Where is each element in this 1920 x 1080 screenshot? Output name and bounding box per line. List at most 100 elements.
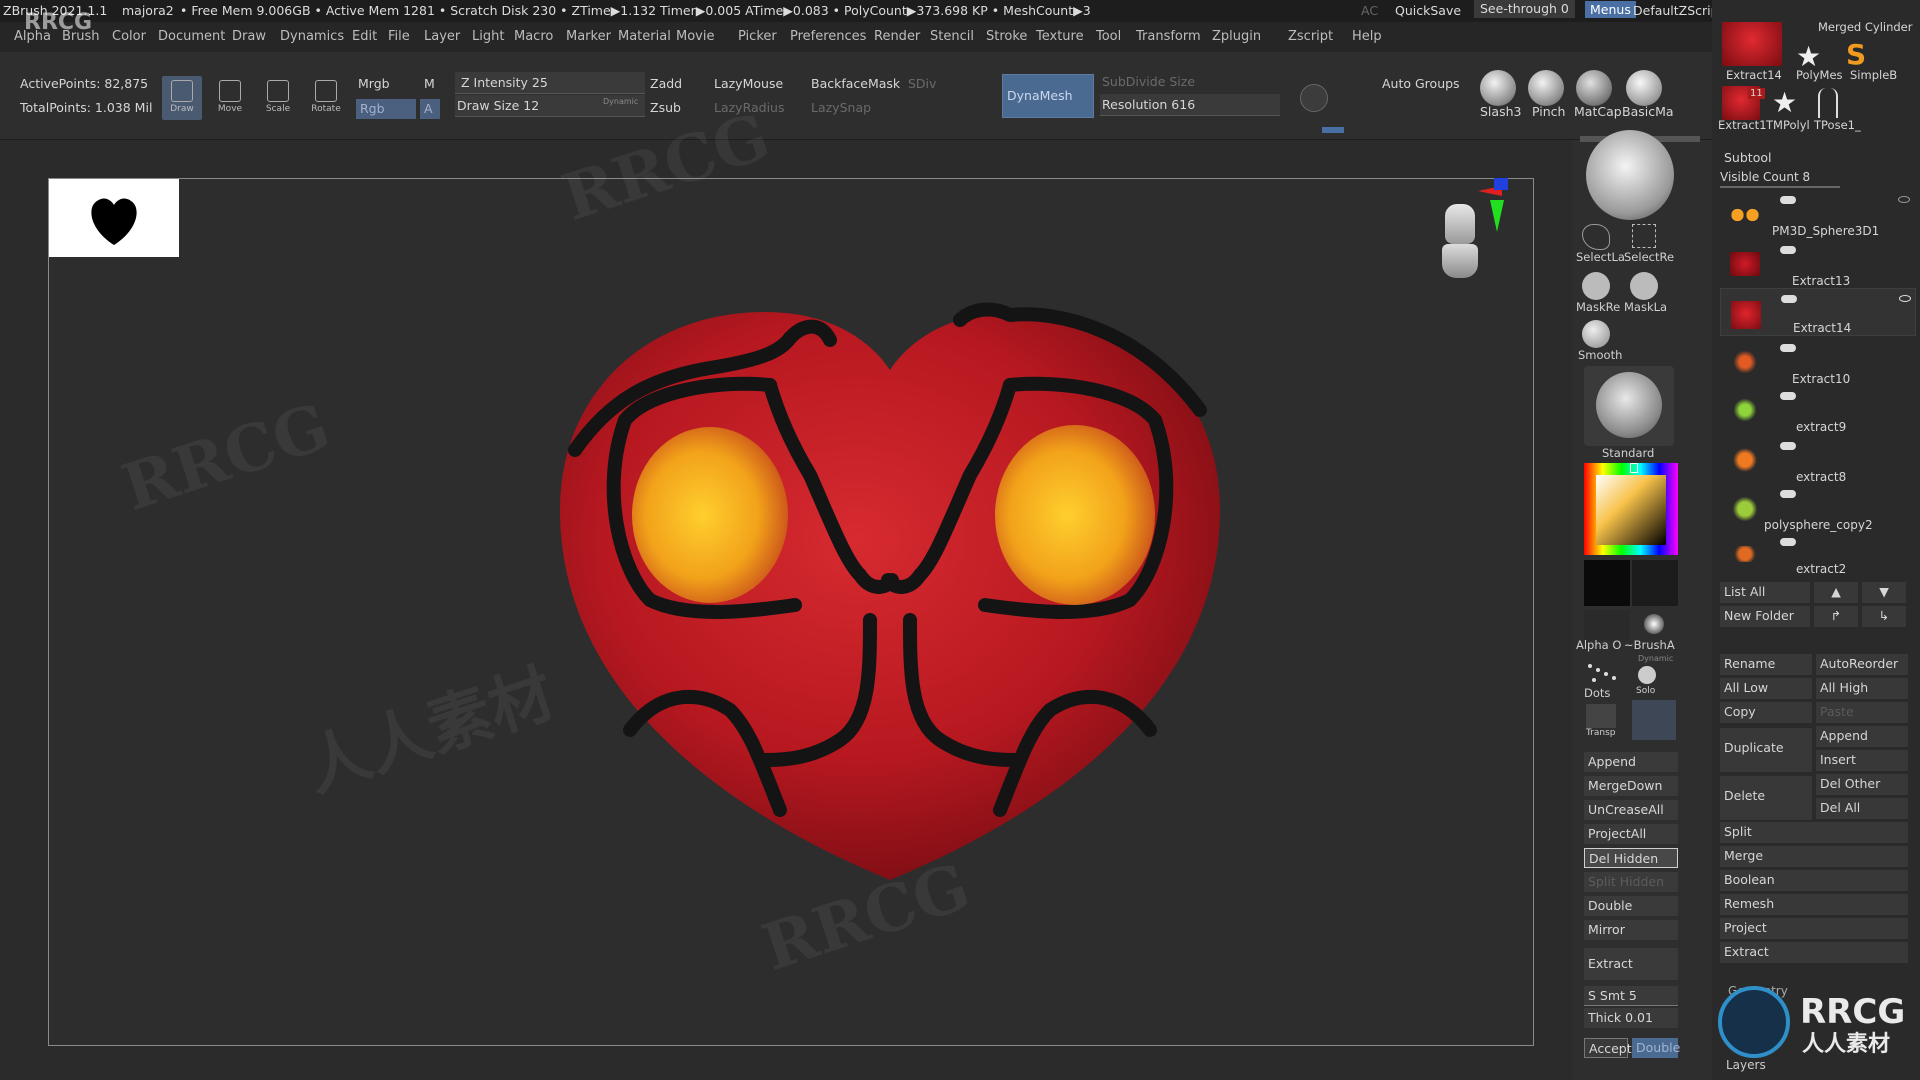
quicksave-button[interactable]: QuickSave bbox=[1395, 3, 1461, 18]
menu-zplugin[interactable]: Zplugin bbox=[1212, 29, 1261, 44]
subtool-visibility-toggle[interactable] bbox=[1780, 490, 1796, 498]
polish-dial-icon[interactable] bbox=[1300, 84, 1328, 112]
menu-color[interactable]: Color bbox=[112, 29, 146, 44]
mrgb-button[interactable]: Mrgb bbox=[358, 76, 390, 91]
folder-return-icon[interactable]: ↳ bbox=[1862, 606, 1906, 627]
slash3-brush-icon[interactable] bbox=[1480, 70, 1516, 106]
menu-transform[interactable]: Transform bbox=[1136, 29, 1201, 44]
move-up-arrow-icon[interactable]: ▲ bbox=[1814, 582, 1858, 603]
auto-groups-button[interactable]: Auto Groups bbox=[1382, 76, 1460, 91]
draw-mode-button[interactable]: Draw bbox=[162, 76, 202, 120]
menu-help[interactable]: Help bbox=[1352, 29, 1382, 44]
append-button[interactable]: Append bbox=[1584, 752, 1678, 772]
menu-draw[interactable]: Draw bbox=[232, 29, 266, 44]
select-lasso-icon[interactable] bbox=[1582, 224, 1610, 250]
split-hidden-button[interactable]: Split Hidden bbox=[1584, 872, 1678, 892]
move-mode-button[interactable]: Move bbox=[210, 76, 250, 120]
mask-lasso-icon[interactable] bbox=[1630, 272, 1658, 300]
menu-stroke[interactable]: Stroke bbox=[986, 29, 1027, 44]
tpose-figure-icon[interactable] bbox=[1818, 88, 1838, 118]
dynamic-label[interactable]: Dynamic bbox=[603, 97, 638, 106]
uncreaseall-button[interactable]: UnCreaseAll bbox=[1584, 800, 1678, 820]
menu-macro[interactable]: Macro bbox=[514, 29, 553, 44]
menu-layer[interactable]: Layer bbox=[424, 29, 460, 44]
dots-stroke-icon[interactable] bbox=[1586, 660, 1620, 686]
del-hidden-button[interactable]: Del Hidden bbox=[1584, 848, 1678, 868]
delete-button[interactable]: Delete bbox=[1720, 776, 1812, 820]
simplebrush-icon[interactable]: S bbox=[1846, 38, 1866, 71]
mask-rect-icon[interactable] bbox=[1582, 272, 1610, 300]
eye-icon[interactable] bbox=[1899, 295, 1911, 302]
append-subtool-button[interactable]: Append bbox=[1816, 726, 1908, 747]
backfacemask-button[interactable]: BackfaceMask bbox=[811, 76, 900, 91]
zadd-button[interactable]: Zadd bbox=[650, 76, 682, 91]
lazymouse-button[interactable]: LazyMouse bbox=[714, 76, 783, 91]
brush-alpha-icon[interactable] bbox=[1644, 614, 1664, 634]
navigator-thumbnail[interactable] bbox=[49, 179, 179, 257]
menu-material[interactable]: Material bbox=[618, 29, 671, 44]
m-button[interactable]: M bbox=[424, 76, 435, 91]
move-down-arrow-icon[interactable]: ▼ bbox=[1862, 582, 1906, 603]
subtool-visibility-toggle[interactable] bbox=[1780, 538, 1796, 546]
select-rect-icon[interactable] bbox=[1632, 224, 1656, 248]
matcap-material-icon[interactable] bbox=[1576, 70, 1612, 106]
menu-texture[interactable]: Texture bbox=[1036, 29, 1084, 44]
remesh-menu[interactable]: Remesh bbox=[1720, 894, 1908, 915]
lazyradius-slider[interactable]: LazyRadius bbox=[714, 100, 785, 115]
view-head-gizmo[interactable] bbox=[1440, 200, 1480, 300]
toolbar-scroll-indicator[interactable] bbox=[1322, 127, 1344, 133]
smooth-brush-icon[interactable] bbox=[1582, 320, 1610, 348]
color-picker[interactable] bbox=[1584, 463, 1678, 555]
subtool-row[interactable]: Extract10 bbox=[1720, 338, 1916, 386]
del-all-button[interactable]: Del All bbox=[1816, 798, 1908, 819]
subtool-row[interactable]: Extract13 bbox=[1720, 240, 1916, 288]
project-menu[interactable]: Project bbox=[1720, 918, 1908, 939]
menu-dynamics[interactable]: Dynamics bbox=[280, 29, 344, 44]
s-smooth-slider[interactable]: S Smt 5 bbox=[1584, 986, 1678, 1006]
visible-count-slider[interactable] bbox=[1720, 186, 1840, 188]
main-color-swatch[interactable] bbox=[1584, 560, 1630, 606]
del-other-button[interactable]: Del Other bbox=[1816, 774, 1908, 795]
rgb-button[interactable]: Rgb bbox=[356, 99, 416, 119]
insert-button[interactable]: Insert bbox=[1816, 750, 1908, 771]
menu-zscript[interactable]: Zscript bbox=[1288, 29, 1333, 44]
folder-arrow-icon[interactable]: ↱ bbox=[1814, 606, 1858, 627]
subtool-visibility-toggle[interactable] bbox=[1781, 295, 1797, 303]
dynamic-toggle[interactable]: Dynamic bbox=[1638, 654, 1673, 663]
all-high-button[interactable]: All High bbox=[1816, 678, 1908, 699]
double-button[interactable]: Double bbox=[1584, 896, 1678, 916]
subtool-visibility-toggle[interactable] bbox=[1780, 246, 1796, 254]
menu-tool[interactable]: Tool bbox=[1096, 29, 1121, 44]
pinch-brush-icon[interactable] bbox=[1528, 70, 1564, 106]
menu-file[interactable]: File bbox=[388, 29, 410, 44]
projectall-button[interactable]: ProjectAll bbox=[1584, 824, 1678, 844]
dynamesh-button[interactable]: DynaMesh bbox=[1002, 74, 1094, 118]
menu-movie[interactable]: Movie bbox=[676, 29, 714, 44]
default-zscript-button[interactable]: DefaultZScript bbox=[1633, 3, 1724, 18]
menus-toggle[interactable]: Menus bbox=[1585, 1, 1636, 18]
mergedown-button[interactable]: MergeDown bbox=[1584, 776, 1678, 796]
merge-menu[interactable]: Merge bbox=[1720, 846, 1908, 867]
list-all-button[interactable]: List All bbox=[1720, 582, 1810, 603]
subtool-row[interactable]: extract2 bbox=[1720, 532, 1916, 576]
heart-mask-model[interactable] bbox=[540, 290, 1240, 910]
standard-brush-icon[interactable] bbox=[1584, 366, 1674, 446]
subtool-title[interactable]: Subtool bbox=[1724, 150, 1771, 165]
thickness-slider[interactable]: Thick 0.01 bbox=[1584, 1008, 1678, 1028]
extract-menu[interactable]: Extract bbox=[1720, 942, 1908, 963]
axis-gizmo-icon[interactable] bbox=[1478, 178, 1508, 240]
rename-button[interactable]: Rename bbox=[1720, 654, 1812, 675]
accept-button[interactable]: Accept bbox=[1584, 1038, 1632, 1058]
new-folder-button[interactable]: New Folder bbox=[1720, 606, 1810, 627]
extract14-tool-thumb[interactable] bbox=[1722, 22, 1782, 66]
transparency-icon[interactable] bbox=[1586, 704, 1616, 728]
a-button[interactable]: A bbox=[420, 99, 440, 119]
extract-button[interactable]: Extract bbox=[1584, 948, 1678, 980]
all-low-button[interactable]: All Low bbox=[1720, 678, 1812, 699]
z-intensity-slider[interactable]: Z Intensity 25 bbox=[455, 72, 645, 94]
menu-document[interactable]: Document bbox=[158, 29, 225, 44]
sdiv-slider[interactable]: SDiv bbox=[908, 76, 936, 91]
subtool-row[interactable]: PM3D_Sphere3D1 bbox=[1720, 190, 1916, 238]
material-sphere-preview[interactable] bbox=[1586, 130, 1674, 220]
subtool-row[interactable]: extract9 bbox=[1720, 386, 1916, 434]
